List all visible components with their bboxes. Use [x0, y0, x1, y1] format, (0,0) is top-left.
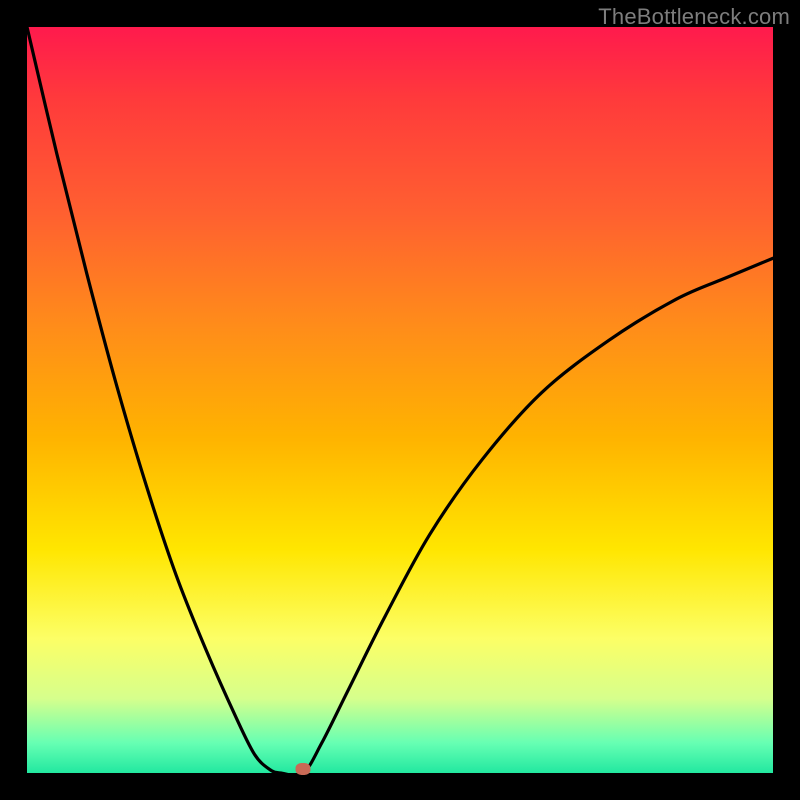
chart-frame: TheBottleneck.com [0, 0, 800, 800]
watermark-text: TheBottleneck.com [598, 4, 790, 30]
curve-path [27, 27, 773, 775]
plot-area [27, 27, 773, 773]
bottleneck-curve [27, 27, 773, 773]
optimum-marker [296, 763, 311, 775]
